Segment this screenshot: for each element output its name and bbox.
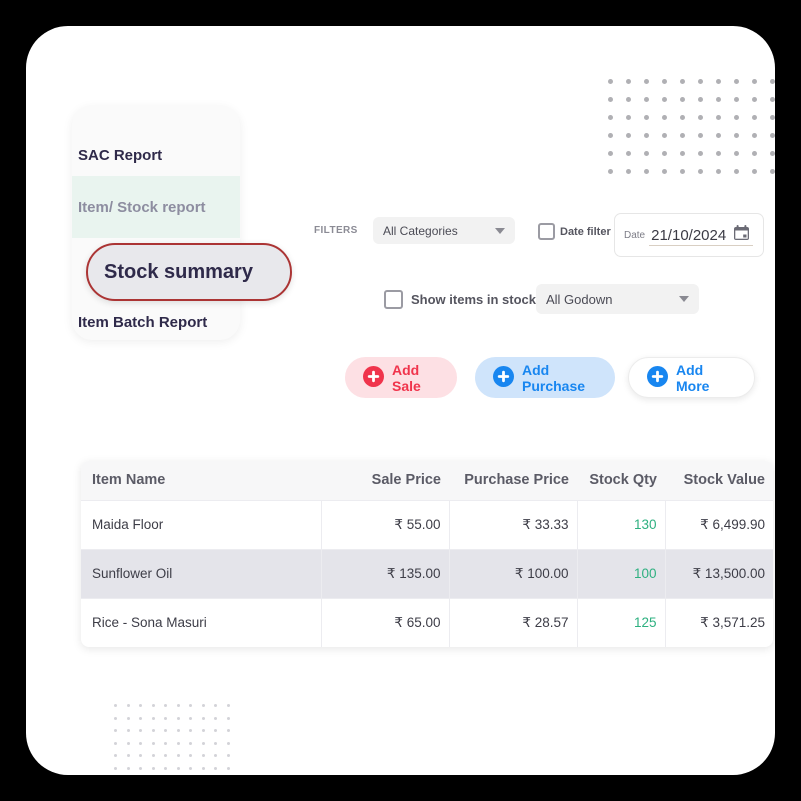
menu-item-stock-summary[interactable]: Stock summary	[86, 243, 292, 301]
cell-stock-value: ₹ 6,499.90	[665, 499, 773, 549]
table-header-row: Item Name Sale Price Purchase Price Stoc…	[81, 461, 773, 500]
table-row[interactable]: Rice - Sona Masuri ₹ 65.00 ₹ 28.57 125 ₹…	[81, 597, 773, 647]
date-field-value: 21/10/2024	[651, 226, 727, 244]
add-purchase-label: Add Purchase	[522, 361, 586, 394]
cell-item-name: Rice - Sona Masuri	[81, 597, 322, 647]
cell-purchase-price: ₹ 100.00	[449, 548, 578, 598]
add-more-button[interactable]: Add More	[628, 357, 755, 398]
column-header-sale-price[interactable]: Sale Price	[321, 461, 449, 500]
godown-select[interactable]: All Godown	[536, 284, 699, 314]
add-sale-label: Add Sale	[392, 361, 421, 394]
show-items-in-stock-checkbox[interactable]	[384, 290, 403, 309]
date-filter-label: Date filter	[560, 226, 611, 238]
cell-stock-qty: 100	[577, 548, 666, 598]
column-header-purchase-price[interactable]: Purchase Price	[449, 461, 577, 500]
date-field-underline	[649, 245, 753, 246]
plus-circle-icon	[363, 365, 384, 390]
cell-item-name: Sunflower Oil	[81, 548, 322, 598]
cell-item-name: Maida Floor	[81, 499, 322, 549]
cell-sale-price: ₹ 55.00	[321, 499, 450, 549]
date-field-label: Date	[624, 229, 646, 241]
menu-item-item-batch-report[interactable]: Item Batch Report	[72, 302, 240, 342]
calendar-icon[interactable]	[733, 224, 750, 246]
category-select[interactable]: All Categories	[373, 217, 515, 244]
column-header-item-name[interactable]: Item Name	[81, 461, 321, 500]
table-row[interactable]: Maida Floor ₹ 55.00 ₹ 33.33 130 ₹ 6,499.…	[81, 499, 773, 549]
cell-stock-qty: 130	[577, 499, 666, 549]
date-filter-checkbox[interactable]	[538, 223, 555, 240]
show-items-in-stock-label: Show items in stock	[411, 292, 536, 307]
cell-stock-value: ₹ 3,571.25	[665, 597, 773, 647]
plus-circle-icon	[493, 365, 514, 390]
column-header-stock-value[interactable]: Stock Value	[665, 461, 773, 500]
cell-purchase-price: ₹ 33.33	[449, 499, 578, 549]
filters-label: FILTERS	[314, 225, 358, 236]
date-field[interactable]: Date 21/10/2024	[614, 213, 764, 257]
app-card: SAC Report Item/ Stock report Item Batch…	[26, 26, 775, 775]
decorative-dot-grid-bottom-left	[114, 704, 239, 775]
menu-item-item-stock-report[interactable]: Item/ Stock report	[72, 176, 240, 238]
add-purchase-button[interactable]: Add Purchase	[475, 357, 615, 398]
column-header-stock-qty[interactable]: Stock Qty	[577, 461, 665, 500]
table-row[interactable]: Sunflower Oil ₹ 135.00 ₹ 100.00 100 ₹ 13…	[81, 548, 773, 598]
cell-stock-qty: 125	[577, 597, 666, 647]
menu-item-label: SAC Report	[78, 146, 163, 164]
cell-stock-value: ₹ 13,500.00	[665, 548, 773, 598]
category-select-value: All Categories	[383, 223, 458, 238]
cell-sale-price: ₹ 135.00	[321, 548, 450, 598]
decorative-dot-grid-top-right	[608, 79, 775, 187]
cell-sale-price: ₹ 65.00	[321, 597, 450, 647]
cell-purchase-price: ₹ 28.57	[449, 597, 578, 647]
godown-select-value: All Godown	[546, 291, 613, 307]
menu-item-label: Stock summary	[104, 260, 253, 283]
add-more-label: Add More	[676, 361, 710, 394]
chevron-down-icon	[495, 227, 505, 234]
menu-item-label: Item Batch Report	[78, 313, 208, 331]
plus-circle-icon	[647, 365, 668, 390]
add-sale-button[interactable]: Add Sale	[345, 357, 457, 398]
chevron-down-icon	[679, 296, 689, 302]
menu-item-label: Item/ Stock report	[78, 198, 206, 216]
report-menu-panel: SAC Report Item/ Stock report Item Batch…	[72, 106, 240, 340]
menu-item-sac-report[interactable]: SAC Report	[72, 134, 240, 176]
stock-summary-table: Item Name Sale Price Purchase Price Stoc…	[81, 461, 773, 647]
